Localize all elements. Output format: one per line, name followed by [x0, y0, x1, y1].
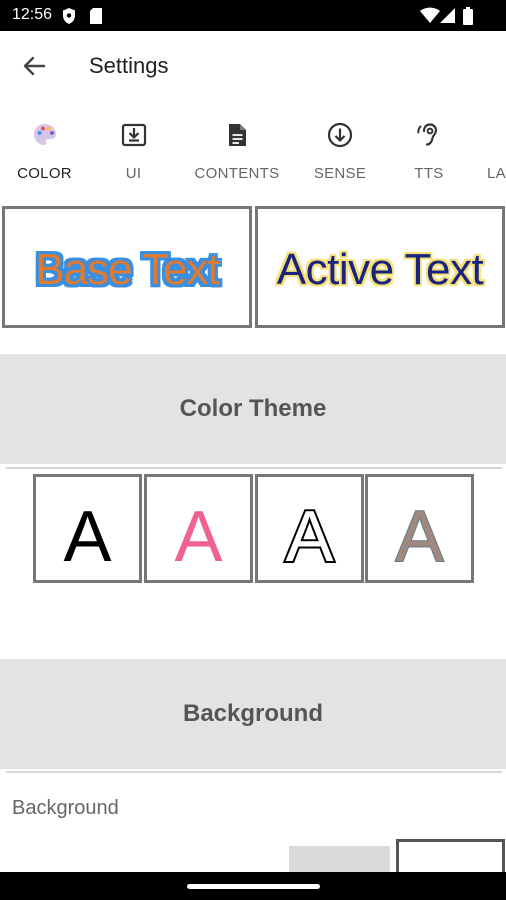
hearing-icon [417, 123, 438, 146]
status-bar: 12:56 [0, 0, 506, 31]
theme-sample-outline[interactable]: A [255, 474, 364, 583]
tab-color[interactable]: COLOR [0, 101, 89, 206]
wifi-icon [420, 7, 440, 23]
tab-label: COLOR [17, 165, 72, 182]
tab-label: LA [487, 165, 506, 182]
active-text-sample: Active Text [276, 245, 484, 294]
background-label: Background [12, 797, 119, 819]
tab-contents[interactable]: CONTENTS [186, 101, 288, 206]
sd-card-icon [90, 8, 102, 24]
theme-letter-text: A [63, 497, 111, 577]
theme-letter: A [63, 497, 111, 577]
theme-letter-text: A [174, 497, 222, 577]
tab-label: CONTENTS [194, 165, 280, 182]
navigation-bar [0, 872, 506, 900]
status-time: 12:56 [12, 6, 53, 23]
theme-sample-black[interactable]: A [33, 474, 142, 583]
theme-sample-pink[interactable]: A [144, 474, 253, 583]
active-text-preview[interactable]: Active Text [255, 206, 505, 328]
base-text-sample: Base Text [35, 245, 219, 294]
shield-icon [63, 8, 75, 24]
tab-label: SENSE [313, 165, 367, 182]
theme-letter: A [283, 495, 335, 579]
tab-ui[interactable]: UI [89, 101, 178, 206]
divider [6, 467, 502, 469]
tab-label: TTS [414, 165, 444, 182]
theme-letter: A [394, 496, 444, 578]
theme-sample-brown[interactable]: A [365, 474, 474, 583]
home-handle[interactable] [187, 884, 320, 889]
section-title: Color Theme [179, 395, 327, 422]
settings-tabs: COLOR UI CONTENTS SENSE TTS LA [0, 101, 506, 206]
tab-tts[interactable]: TTS [392, 101, 466, 206]
theme-letter-text: A [395, 497, 443, 577]
tab-label: UI [125, 165, 142, 182]
battery-icon [463, 7, 473, 25]
theme-letter-text: A [285, 497, 333, 577]
base-text-preview[interactable]: Base Text [2, 206, 252, 328]
section-title: Background [182, 700, 323, 727]
back-button[interactable] [18, 51, 52, 81]
app-bar: Settings [0, 31, 506, 101]
document-icon [229, 124, 246, 146]
signal-icon [440, 8, 455, 23]
palette-icon [33, 124, 56, 145]
download-box-icon [121, 123, 146, 147]
theme-letter: A [174, 497, 222, 577]
color-theme-header: Color Theme [0, 354, 506, 464]
tab-sense[interactable]: SENSE [300, 101, 380, 206]
divider [6, 771, 502, 773]
tab-la[interactable]: LA [480, 101, 506, 206]
arrow-circle-down-icon [327, 122, 353, 148]
background-header: Background [0, 659, 506, 769]
arrow-back-icon [23, 56, 46, 76]
page-title: Settings [89, 53, 169, 78]
